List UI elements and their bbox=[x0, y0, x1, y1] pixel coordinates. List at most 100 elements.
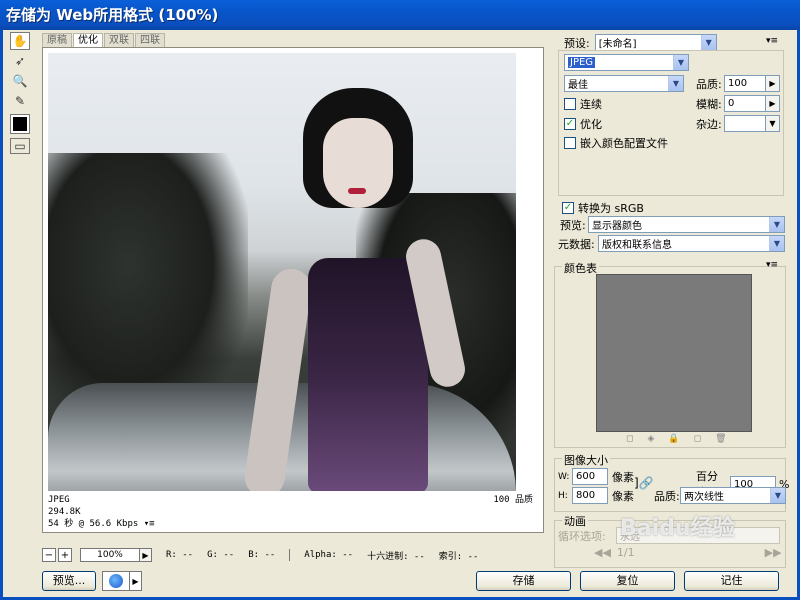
info-format: JPEG bbox=[48, 495, 70, 505]
format-value: JPEG bbox=[568, 57, 596, 68]
photo-face bbox=[323, 118, 393, 208]
quality-label: 品质: bbox=[696, 77, 722, 91]
constrain-link-icon[interactable]: ]🔗 bbox=[634, 476, 654, 490]
index-value: 索引: -- bbox=[438, 551, 479, 562]
color-table[interactable] bbox=[596, 274, 752, 432]
tab-2up[interactable]: 双联 bbox=[104, 33, 134, 47]
info-time: 54 秒 @ 56.6 Kbps ▾≡ bbox=[48, 518, 538, 530]
chevron-down-icon: ▼ bbox=[769, 217, 784, 232]
window-title: 存储为 Web所用格式 (100%) bbox=[0, 0, 800, 30]
height-input[interactable]: 800 bbox=[572, 487, 608, 504]
height-unit: 像素 bbox=[612, 489, 634, 503]
info-time-text: 54 秒 @ 56.6 Kbps bbox=[48, 519, 139, 529]
matte-dropdown-icon[interactable]: ▼ bbox=[766, 115, 780, 132]
zoom-level-field[interactable]: 100% bbox=[80, 548, 140, 562]
alpha-value: Alpha: -- bbox=[304, 550, 354, 560]
preset-select[interactable]: [未命名] ▼ bbox=[594, 34, 717, 51]
view-tabs: 原稿 优化 双联 四联 bbox=[42, 33, 166, 47]
optimized-checkbox[interactable]: ✓ bbox=[564, 118, 576, 130]
hand-icon[interactable]: ✋ bbox=[10, 32, 30, 50]
tab-original[interactable]: 原稿 bbox=[42, 33, 72, 47]
progressive-checkbox[interactable] bbox=[564, 98, 576, 110]
toolbox: ✋ ➶ 🔍 ✎ ▭ bbox=[10, 32, 34, 156]
photo-person bbox=[242, 88, 488, 491]
embed-profile-label: 嵌入颜色配置文件 bbox=[580, 137, 668, 150]
image-size-title: 图像大小 bbox=[562, 452, 610, 468]
color-preview-select[interactable]: 显示器颜色 ▼ bbox=[588, 216, 785, 233]
image-preview-panel: JPEG 294.8K 54 秒 @ 56.6 Kbps ▾≡ 100 品质 bbox=[42, 47, 544, 533]
photo-arm-left bbox=[242, 266, 314, 491]
tab-4up[interactable]: 四联 bbox=[135, 33, 165, 47]
reset-button[interactable]: 复位 bbox=[580, 571, 675, 591]
red-value: R: -- bbox=[166, 550, 194, 560]
optimized-label: 优化 bbox=[580, 118, 602, 131]
resample-value: 两次线性 bbox=[684, 492, 724, 503]
quality-slider-icon[interactable]: ▶ bbox=[766, 75, 780, 92]
zoom-in-button[interactable]: + bbox=[58, 548, 72, 562]
preset-value: [未命名] bbox=[598, 39, 637, 50]
browser-dropdown-icon[interactable]: ▶ bbox=[129, 572, 141, 590]
last-frame-icon[interactable]: ▶▶ bbox=[765, 546, 782, 559]
optimization-info: JPEG 294.8K 54 秒 @ 56.6 Kbps ▾≡ 100 品质 bbox=[48, 494, 538, 530]
toggle-slices-icon[interactable]: ▭ bbox=[10, 138, 30, 154]
preset-label: 预设: bbox=[564, 36, 590, 50]
save-button[interactable]: 存储 bbox=[476, 571, 571, 591]
quality-preset-select[interactable]: 最佳 ▼ bbox=[564, 75, 684, 92]
blue-value: B: -- bbox=[248, 550, 276, 560]
format-select[interactable]: JPEG ▼ bbox=[564, 54, 689, 71]
embed-profile-checkbox[interactable] bbox=[564, 137, 576, 149]
browser-icon bbox=[109, 574, 123, 588]
eyedropper-color-swatch[interactable] bbox=[10, 114, 30, 134]
green-value: G: -- bbox=[207, 550, 235, 560]
zoom-out-button[interactable]: − bbox=[42, 548, 56, 562]
color-table-icons: ◻ ◈ 🔒 ◻ 🗑 bbox=[626, 434, 727, 444]
preview-photo[interactable] bbox=[48, 53, 516, 491]
resample-label: 品质: bbox=[654, 489, 680, 503]
blur-slider-icon[interactable]: ▶ bbox=[766, 95, 780, 112]
tab-optimized[interactable]: 优化 bbox=[73, 33, 103, 47]
zoom-dropdown-arrow-icon[interactable]: ▶ bbox=[140, 548, 152, 562]
color-preview-label: 预览: bbox=[560, 218, 586, 232]
chevron-down-icon: ▼ bbox=[700, 35, 716, 50]
slice-select-icon[interactable]: ➶ bbox=[10, 52, 30, 70]
quality-preset-value: 最佳 bbox=[568, 80, 588, 91]
convert-srgb-label: 转换为 sRGB bbox=[578, 202, 644, 215]
web-shift-icon[interactable]: ◈ bbox=[647, 434, 654, 444]
matte-swatch[interactable] bbox=[724, 115, 766, 132]
remember-button[interactable]: 记住 bbox=[684, 571, 779, 591]
info-size: 294.8K bbox=[48, 507, 81, 517]
eyedropper-icon[interactable]: ✎ bbox=[10, 92, 30, 110]
metadata-select[interactable]: 版权和联系信息 ▼ bbox=[598, 235, 785, 252]
browser-preview-button[interactable]: ▶ bbox=[102, 571, 142, 591]
convert-srgb-checkbox[interactable]: ✓ bbox=[562, 202, 574, 214]
chevron-down-icon: ▼ bbox=[770, 488, 785, 503]
preview-button[interactable]: 预览... bbox=[42, 571, 96, 591]
resample-select[interactable]: 两次线性 ▼ bbox=[680, 487, 786, 504]
color-table-title: 颜色表 bbox=[562, 260, 599, 276]
status-bar: − + 100% ▶ R: -- G: -- B: -- Alpha: -- 十… bbox=[42, 547, 478, 563]
optimize-menu-icon[interactable]: ▾≡ bbox=[766, 36, 778, 46]
map-color-icon[interactable]: ◻ bbox=[626, 434, 633, 444]
baidu-watermark: Baidu经验 bbox=[620, 516, 735, 541]
metadata-label: 元数据: bbox=[558, 237, 595, 251]
color-table-menu-icon[interactable]: ▾≡ bbox=[766, 260, 778, 270]
info-menu-icon[interactable]: ▾≡ bbox=[144, 519, 155, 529]
width-input[interactable]: 600 bbox=[572, 468, 608, 485]
delete-color-icon[interactable]: 🗑 bbox=[715, 434, 726, 444]
width-label: W: bbox=[558, 471, 570, 482]
chevron-down-icon: ▼ bbox=[769, 236, 784, 251]
zoom-icon[interactable]: 🔍 bbox=[10, 72, 30, 90]
chevron-down-icon: ▼ bbox=[673, 55, 688, 70]
metadata-value: 版权和联系信息 bbox=[602, 240, 672, 251]
blur-input[interactable]: 0 bbox=[724, 95, 766, 112]
status-divider bbox=[289, 549, 291, 561]
quality-input[interactable]: 100 bbox=[724, 75, 766, 92]
lock-color-icon[interactable]: 🔒 bbox=[668, 434, 679, 444]
loop-label: 循环选项: bbox=[558, 529, 606, 543]
new-color-icon[interactable]: ◻ bbox=[694, 434, 701, 444]
first-frame-icon[interactable]: ◀◀ bbox=[594, 546, 611, 559]
photo-lips bbox=[348, 188, 366, 194]
color-preview-value: 显示器颜色 bbox=[592, 221, 642, 232]
height-label: H: bbox=[558, 490, 568, 501]
chevron-down-icon: ▼ bbox=[668, 76, 683, 91]
